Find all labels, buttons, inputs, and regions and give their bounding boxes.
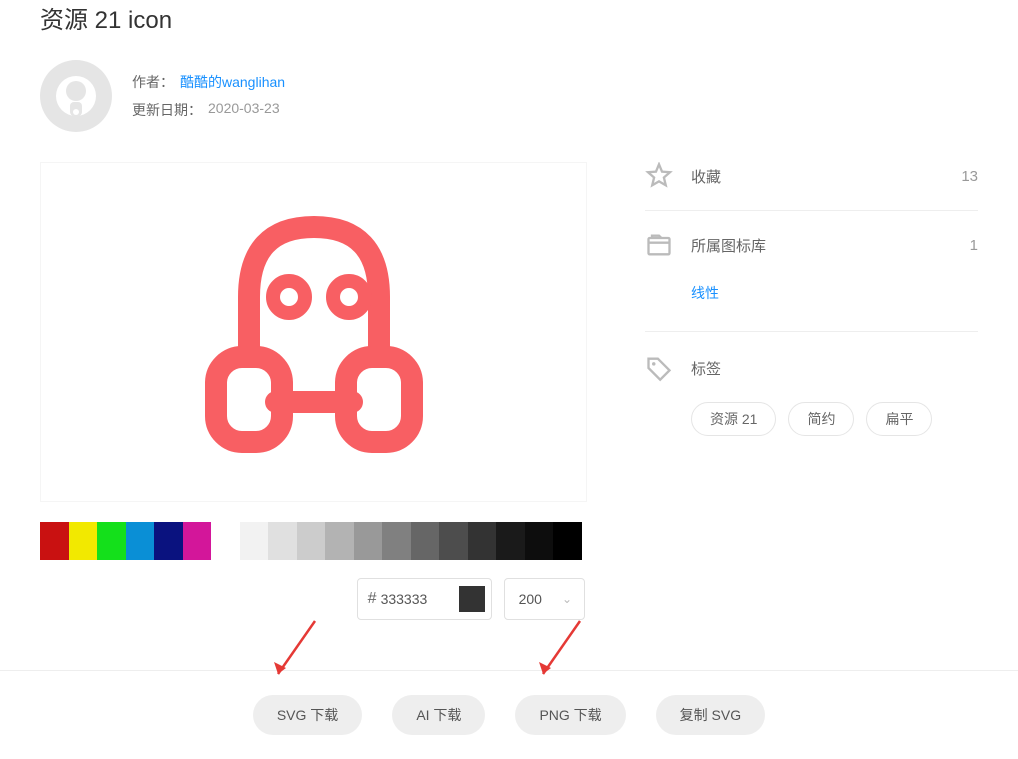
user-icon <box>52 72 100 120</box>
color-swatch[interactable] <box>211 522 240 560</box>
size-select[interactable]: 200 ⌄ <box>504 578 585 620</box>
color-swatch[interactable] <box>468 522 497 560</box>
color-swatch[interactable] <box>411 522 440 560</box>
copy-svg-button[interactable]: 复制 SVG <box>656 695 765 735</box>
download-svg-button[interactable]: SVG 下载 <box>253 695 362 735</box>
date-value: 2020-03-23 <box>208 100 280 120</box>
page-title: 资源 21 icon <box>40 0 978 35</box>
size-value: 200 <box>519 591 542 607</box>
folder-icon <box>645 231 673 259</box>
color-swatch[interactable] <box>553 522 582 560</box>
download-ai-button[interactable]: AI 下载 <box>392 695 485 735</box>
author-label: 作者： <box>132 72 174 92</box>
stat-favorites-value: 13 <box>961 168 978 185</box>
stat-favorites[interactable]: 收藏 13 <box>645 162 978 211</box>
color-input[interactable] <box>379 590 453 608</box>
color-swatch[interactable] <box>382 522 411 560</box>
color-swatch[interactable] <box>183 522 212 560</box>
tag-item[interactable]: 资源 21 <box>691 402 776 436</box>
hash-symbol: # <box>368 590 377 608</box>
tags-label: 标签 <box>691 358 721 379</box>
color-palette <box>40 522 585 560</box>
red-arrow-icon <box>525 616 595 686</box>
download-png-button[interactable]: PNG 下载 <box>515 695 625 735</box>
color-swatch[interactable] <box>268 522 297 560</box>
library-link[interactable]: 线性 <box>691 283 719 303</box>
star-icon <box>645 162 673 190</box>
tags-list: 资源 21 简约扁平 <box>691 402 978 436</box>
color-swatch[interactable] <box>154 522 183 560</box>
stat-libraries[interactable]: 所属图标库 1 <box>645 231 978 279</box>
color-swatch[interactable] <box>40 522 69 560</box>
avatar[interactable] <box>40 60 112 132</box>
download-bar: SVG 下载 AI 下载 PNG 下载 复制 SVG <box>0 670 1018 759</box>
color-swatch[interactable] <box>297 522 326 560</box>
color-swatch[interactable] <box>354 522 383 560</box>
tag-icon <box>645 354 673 382</box>
color-swatch[interactable] <box>525 522 554 560</box>
author-block: 作者： 酷酷的wanglihan 更新日期： 2020-03-23 <box>40 60 978 132</box>
icon-preview <box>40 162 587 502</box>
color-swatch[interactable] <box>325 522 354 560</box>
author-link[interactable]: 酷酷的wanglihan <box>180 72 285 92</box>
color-input-box[interactable]: # <box>357 578 492 620</box>
date-label: 更新日期： <box>132 100 202 120</box>
color-swatch[interactable] <box>496 522 525 560</box>
color-swatch[interactable] <box>439 522 468 560</box>
color-swatch[interactable] <box>69 522 98 560</box>
color-chip <box>459 586 485 612</box>
color-swatch[interactable] <box>126 522 155 560</box>
tags-header: 标签 <box>645 354 978 382</box>
color-swatch[interactable] <box>240 522 269 560</box>
stat-favorites-label: 收藏 <box>691 166 943 187</box>
stat-libraries-label: 所属图标库 <box>691 235 952 256</box>
chevron-down-icon: ⌄ <box>562 592 572 606</box>
stat-libraries-value: 1 <box>970 237 978 254</box>
tag-item[interactable]: 扁平 <box>866 402 932 436</box>
red-arrow-icon <box>260 616 330 686</box>
tag-item[interactable]: 简约 <box>788 402 854 436</box>
preview-svg <box>194 202 434 462</box>
color-swatch[interactable] <box>97 522 126 560</box>
